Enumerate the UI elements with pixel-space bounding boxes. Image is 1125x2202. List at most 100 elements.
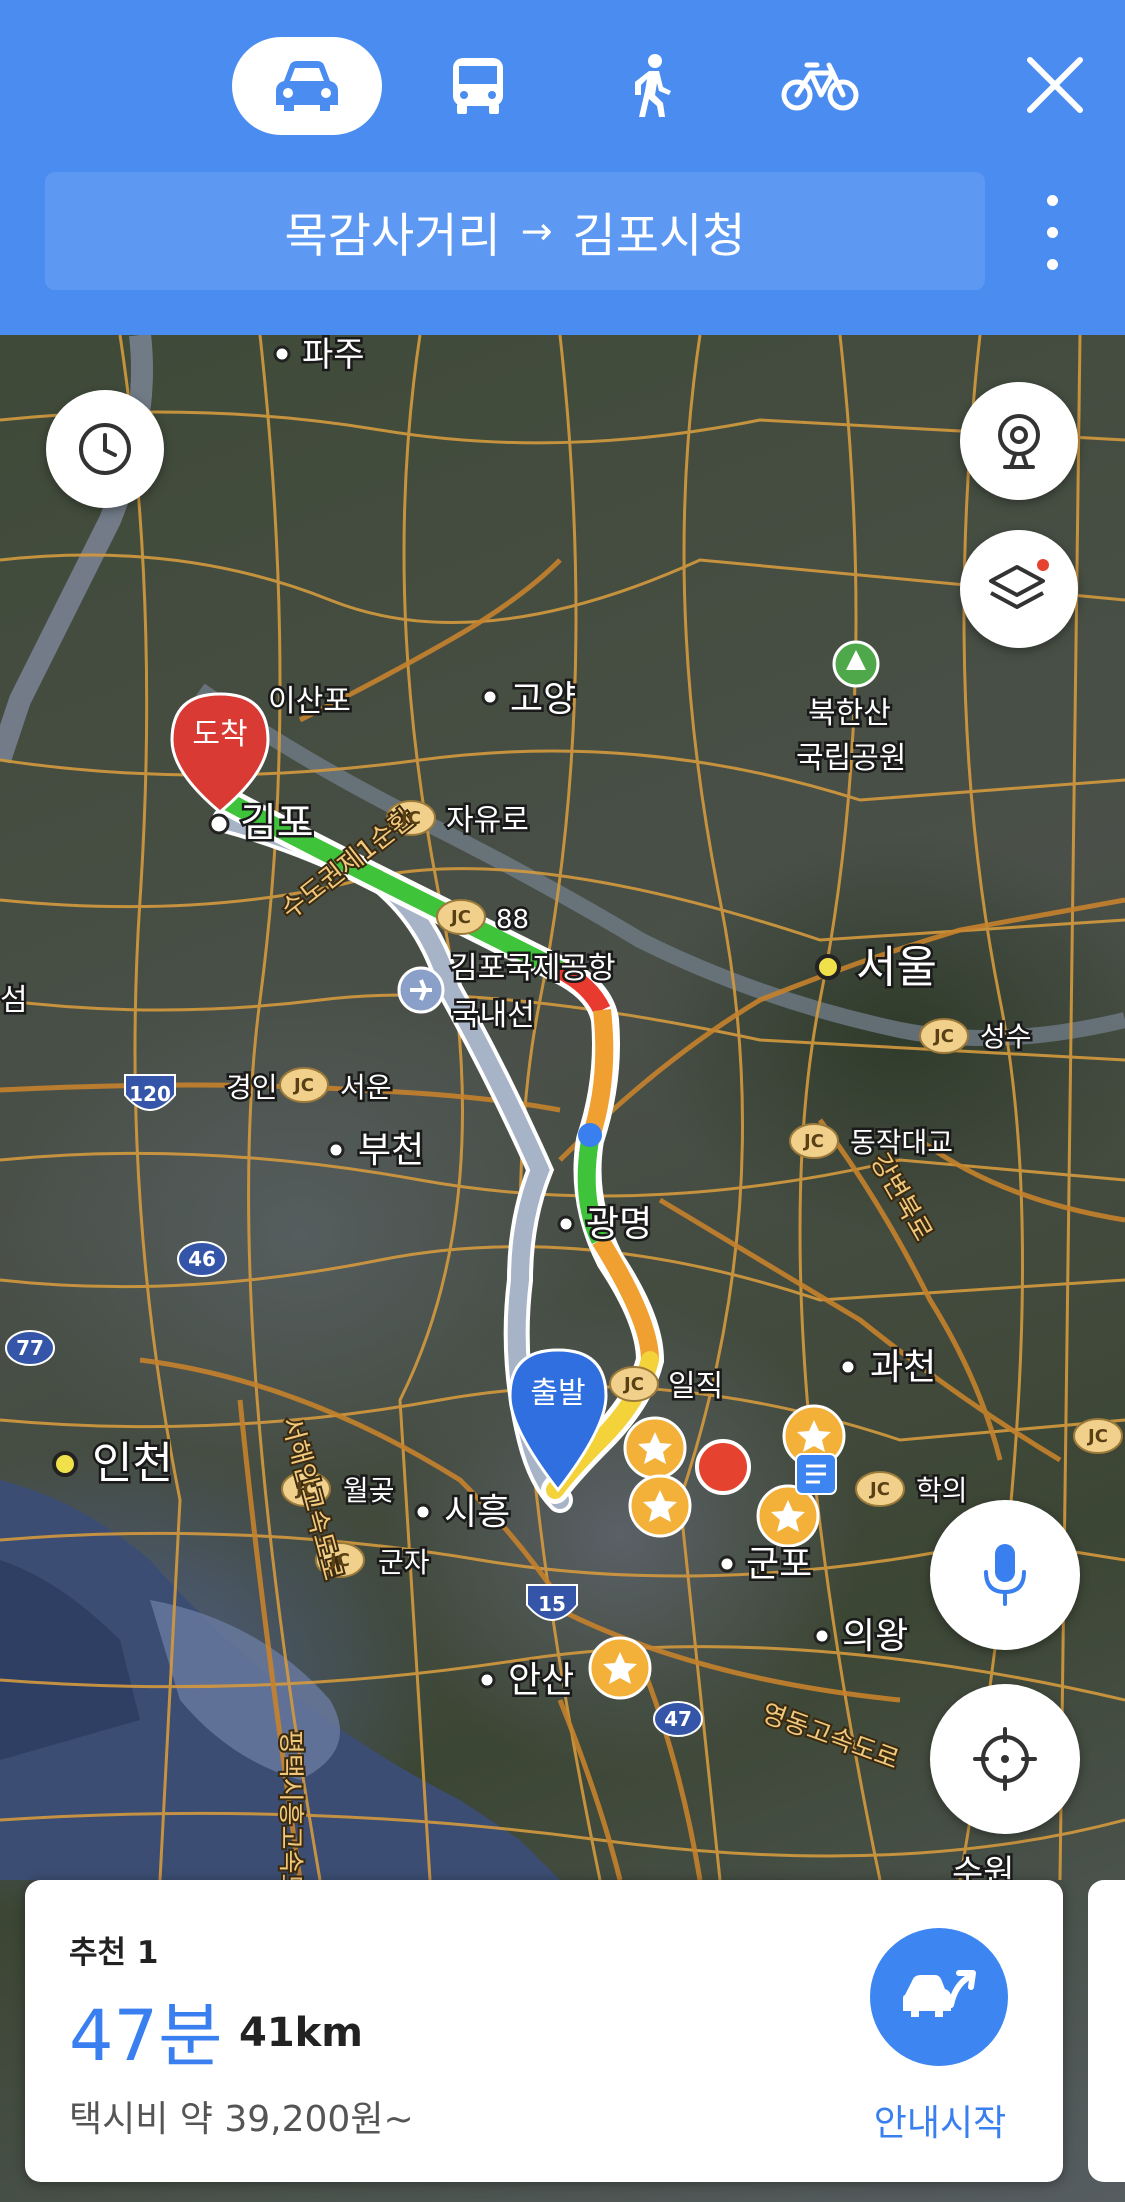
jc-label: JC: [294, 1479, 316, 1500]
destination-label: 김포시청: [572, 208, 746, 264]
locate-me-button[interactable]: [930, 1684, 1080, 1834]
cctv-button[interactable]: [960, 382, 1078, 500]
more-dot-icon: [1047, 259, 1058, 270]
mode-tab-bike[interactable]: [745, 37, 895, 135]
shield-label-47: 47: [664, 1707, 692, 1731]
jc-label: JC: [328, 1550, 350, 1571]
map-label-incheon: 인천: [92, 1438, 173, 1489]
map-label-domestic: 국내선: [452, 998, 535, 1033]
jc-label: JC: [622, 1374, 644, 1395]
departure-pin[interactable]: 출발: [508, 1348, 608, 1493]
car-icon: [276, 61, 338, 111]
seoul-dot: [815, 954, 841, 980]
map-label-siheung: 시흥: [444, 1492, 510, 1533]
shield-label-77: 77: [16, 1336, 44, 1360]
jc-label: JC: [449, 907, 471, 928]
voice-search-button[interactable]: [930, 1500, 1080, 1650]
jc-label: JC: [292, 1075, 314, 1096]
map-label-ansan: 안산: [508, 1660, 574, 1701]
map-label-paju: 파주: [302, 335, 365, 375]
map-label-gimpo: 김포: [240, 800, 314, 846]
map-label-iljik: 일직: [668, 1369, 723, 1404]
crosshair-icon: [973, 1727, 1037, 1791]
place-dot: [273, 345, 291, 363]
taxi-fare: 택시비 약 39,200원~: [69, 2099, 414, 2140]
map-label-route88: 88: [496, 905, 529, 935]
route-waypoint-dot: [578, 1123, 602, 1147]
jc-label: JC: [399, 808, 421, 829]
jc-label: JC: [932, 1026, 954, 1047]
bus-icon: [453, 58, 503, 114]
map-label-gwacheon: 과천: [870, 1347, 936, 1388]
route-rank-label: 추천 1: [69, 1935, 159, 1971]
place-dot: [478, 1671, 496, 1689]
map-label-bucheon: 부천: [358, 1130, 424, 1171]
map-label-hakui: 학의: [916, 1474, 968, 1507]
route-summary-field[interactable]: 목감사거리 → 김포시청: [45, 172, 985, 290]
mode-tab-bus[interactable]: [403, 37, 553, 135]
microphone-icon: [984, 1544, 1026, 1606]
map-label-goyang: 고양: [510, 679, 576, 720]
map-label-jayuro: 자유로: [446, 803, 529, 838]
map-label-isanpo: 이산포: [268, 684, 351, 719]
walk-icon: [635, 54, 671, 117]
map-label-bukhansan-park: 국립공원: [796, 741, 906, 776]
map-label-dongjak: 동작대교: [850, 1126, 953, 1159]
route-header: 목감사거리 → 김포시청: [0, 0, 1125, 335]
history-button[interactable]: [46, 390, 164, 508]
map-label-gyeongin: 경인: [226, 1071, 278, 1104]
navigation-start-icon: [903, 1970, 976, 2017]
place-dot: [839, 1358, 857, 1376]
route-duration: 47분: [69, 1995, 223, 2077]
place-dot: [327, 1141, 345, 1159]
jc-label: JC: [868, 1479, 890, 1500]
more-dot-icon: [1047, 195, 1058, 206]
more-dot-icon: [1047, 227, 1058, 238]
road-label-yeongdong: 영동고속도로: [758, 1698, 903, 1775]
next-route-card-peek[interactable]: [1088, 1880, 1125, 2182]
start-navigation-button[interactable]: [870, 1928, 1008, 2066]
map-label-seoul: 서울: [856, 942, 937, 993]
place-dot: [813, 1627, 831, 1645]
current-location-poi: [695, 1439, 751, 1495]
arrival-pin-label: 도착: [192, 717, 247, 752]
place-dot: [557, 1215, 575, 1233]
shield-label-15: 15: [538, 1592, 566, 1616]
layers-icon: [989, 559, 1049, 609]
clock-icon: [79, 423, 131, 475]
origin-label: 목감사거리: [284, 208, 501, 264]
map-label-seoun: 서운: [340, 1071, 392, 1104]
close-icon: [1027, 57, 1083, 113]
cctv-icon: [998, 414, 1040, 469]
route-card[interactable]: 추천 1 47분 41km 택시비 약 39,200원~ 안내시작: [25, 1880, 1063, 2182]
jc-label: JC: [802, 1131, 824, 1152]
map-label-seom: 섬: [0, 983, 28, 1018]
incheon-dot: [52, 1451, 78, 1477]
shield-label-120: 120: [129, 1082, 171, 1106]
arrow-label: →: [520, 209, 553, 253]
layers-button[interactable]: [960, 530, 1078, 648]
more-options-button[interactable]: [1030, 195, 1075, 270]
close-button[interactable]: [1020, 50, 1090, 120]
route-distance: 41km: [239, 2010, 363, 2056]
mode-tab-car[interactable]: [232, 37, 382, 135]
bike-icon: [781, 62, 859, 111]
place-dot: [208, 813, 230, 835]
mode-tab-walk[interactable]: [575, 37, 725, 135]
place-dot: [414, 1503, 432, 1521]
map-label-seongsu: 성수: [980, 1020, 1032, 1053]
map-label-gwangmyeong: 광명: [586, 1204, 652, 1245]
map-label-airport: 김포국제공항: [450, 951, 616, 986]
jc-label: JC: [1086, 1426, 1108, 1447]
map-label-uiwang: 의왕: [842, 1616, 908, 1657]
place-dot: [718, 1555, 736, 1573]
start-navigation-label: 안내시작: [873, 2103, 1007, 2144]
map-label-bukhansan: 북한산: [808, 696, 891, 731]
map-label-gunpo: 군포: [746, 1544, 812, 1585]
departure-pin-label: 출발: [530, 1376, 585, 1411]
arrival-pin[interactable]: 도착: [170, 692, 270, 814]
shield-label-46: 46: [188, 1247, 216, 1271]
place-dot: [481, 688, 499, 706]
map-label-wolgot: 월곶: [343, 1474, 395, 1507]
map-label-gunja: 군자: [378, 1546, 430, 1579]
